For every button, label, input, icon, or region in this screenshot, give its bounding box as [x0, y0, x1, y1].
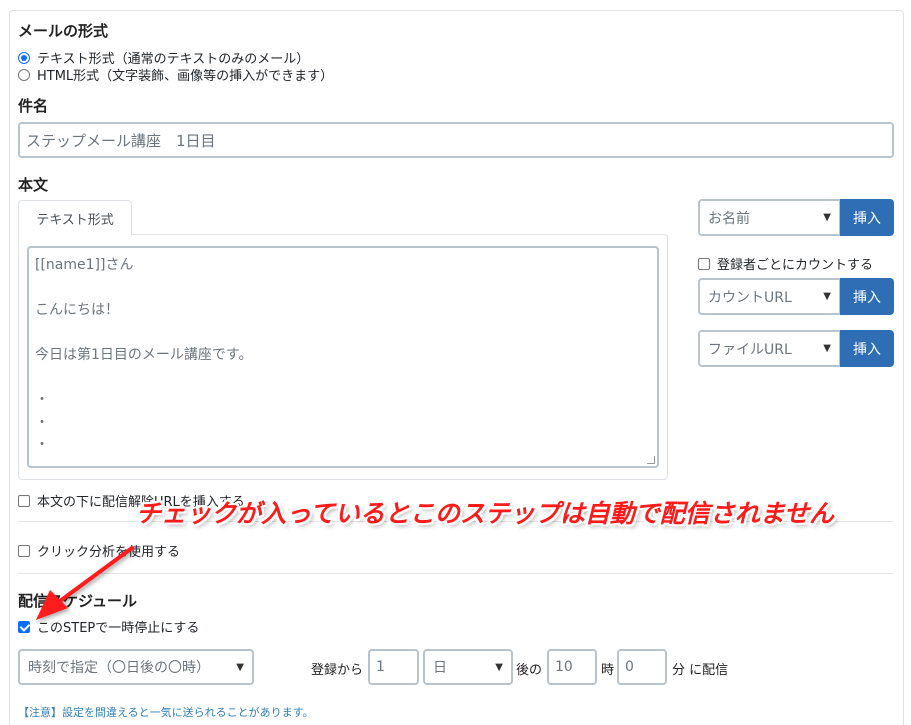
- file-url-select-value: ファイルURL: [708, 341, 792, 358]
- pause-checkbox[interactable]: [18, 620, 30, 633]
- radio-label: HTML形式（文字装飾、画像等の挿入ができます）: [37, 69, 334, 84]
- timing-select-value: 時刻で指定（〇日後の〇時）: [28, 660, 210, 676]
- radio-html-format[interactable]: HTML形式（文字装飾、画像等の挿入ができます）: [18, 65, 333, 84]
- tab-text-format[interactable]: テキスト形式: [18, 200, 132, 235]
- days-input[interactable]: 1: [368, 649, 419, 685]
- hour-label: 時: [601, 663, 615, 678]
- hour-input[interactable]: 10: [547, 649, 597, 685]
- count-url-select-value: カウントURL: [708, 289, 792, 306]
- minute-label: 分 に配信: [672, 663, 729, 678]
- unit-select-value: 日: [433, 660, 447, 676]
- subject-input[interactable]: ステップメール講座 1日目: [18, 122, 894, 158]
- body-line: こんにちは！: [35, 302, 119, 318]
- count-checkbox[interactable]: [698, 257, 710, 270]
- chevron-down-icon: ▼: [495, 661, 503, 673]
- insert-file-url-button[interactable]: 挿入: [840, 330, 894, 367]
- body-line: [35, 367, 651, 390]
- annotation-text: チェックが入っているとこのステップは自動で配信されません: [136, 499, 835, 528]
- schedule-title: 配信スケジュール: [18, 592, 137, 610]
- insert-name-button[interactable]: 挿入: [840, 199, 894, 236]
- mail-format-title: メールの形式: [18, 22, 109, 40]
- body-line: ・: [35, 414, 49, 431]
- subject-title: 件名: [18, 97, 49, 115]
- resize-handle[interactable]: [647, 456, 655, 464]
- chevron-down-icon: ▼: [236, 661, 244, 673]
- divider: [18, 573, 893, 574]
- from-registration-label: 登録から: [311, 663, 364, 678]
- after-label: 後の: [516, 663, 543, 678]
- click-analysis-label: クリック分析を使用する: [37, 545, 181, 560]
- pause-checkbox-row[interactable]: このSTEPで一時停止にする: [18, 617, 199, 636]
- body-title: 本文: [18, 176, 49, 194]
- count-checkbox-label: 登録者ごとにカウントする: [717, 258, 874, 273]
- radio-button[interactable]: [18, 68, 30, 81]
- name-select-value: お名前: [708, 210, 750, 227]
- radio-button[interactable]: [18, 51, 30, 64]
- file-url-select[interactable]: ファイルURL ▼: [698, 330, 841, 367]
- unsubscribe-checkbox[interactable]: [18, 494, 30, 507]
- unit-select[interactable]: 日 ▼: [423, 649, 513, 685]
- chevron-down-icon: ▼: [823, 212, 831, 223]
- timing-select[interactable]: 時刻で指定（〇日後の〇時） ▼: [18, 649, 254, 685]
- click-analysis-checkbox[interactable]: [18, 544, 30, 557]
- body-line: 今日は第1日目のメール講座です。: [35, 347, 253, 363]
- click-analysis-checkbox-row[interactable]: クリック分析を使用する: [18, 541, 180, 560]
- count-checkbox-row[interactable]: 登録者ごとにカウントする: [698, 254, 873, 273]
- name-select[interactable]: お名前 ▼: [698, 199, 841, 236]
- body-textarea[interactable]: [[name1]]さん こんにちは！ 今日は第1日目のメール講座です。 ・ ・ …: [27, 246, 659, 468]
- body-line: [35, 322, 651, 345]
- body-line: ・: [35, 392, 49, 408]
- chevron-down-icon: ▼: [823, 343, 831, 354]
- body-line: [[name1]]さん: [35, 257, 134, 273]
- pause-label: このSTEPで一時停止にする: [37, 621, 200, 636]
- minute-input[interactable]: 0: [617, 649, 667, 685]
- chevron-down-icon: ▼: [823, 291, 831, 302]
- warning-note: 【注意】設定を間違えると一気に送られることがあります。: [18, 706, 314, 719]
- body-line: ・: [35, 437, 49, 453]
- count-url-select[interactable]: カウントURL ▼: [698, 278, 841, 315]
- body-line: [35, 277, 651, 300]
- insert-count-url-button[interactable]: 挿入: [840, 278, 894, 315]
